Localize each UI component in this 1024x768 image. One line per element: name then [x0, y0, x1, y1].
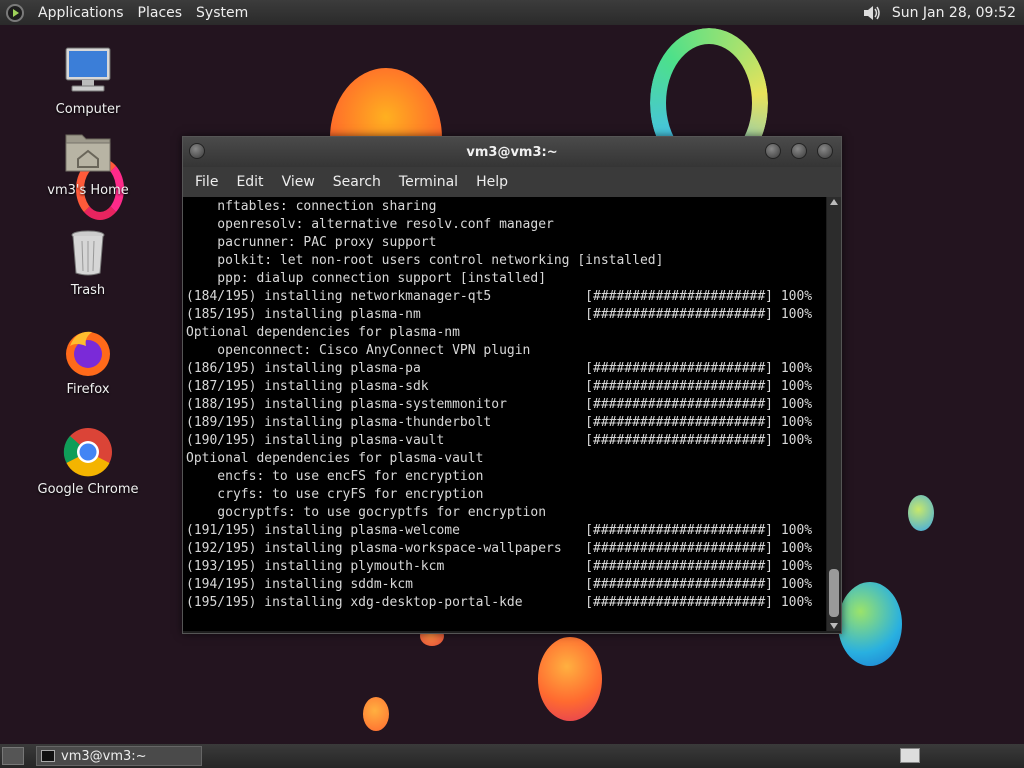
- terminal-line: openconnect: Cisco AnyConnect VPN plugin: [186, 343, 531, 358]
- desktop-icon-firefox[interactable]: Firefox: [33, 326, 143, 397]
- desktop-icon-label: Trash: [70, 283, 106, 298]
- terminal-line: (193/195) installing plymouth-kcm [#####…: [186, 559, 813, 574]
- taskbar-terminal-button[interactable]: vm3@vm3:~: [36, 746, 202, 766]
- terminal-line: (188/195) installing plasma-systemmonito…: [186, 397, 813, 412]
- terminal-line: (184/195) installing networkmanager-qt5 …: [186, 289, 813, 304]
- terminal-line: polkit: let non-root users control netwo…: [186, 253, 664, 268]
- wallpaper-blue-blob: [838, 582, 902, 666]
- terminal-line: (189/195) installing plasma-thunderbolt …: [186, 415, 813, 430]
- menu-file[interactable]: File: [185, 174, 226, 190]
- top-panel: Applications Places System Sun Jan 28, 0…: [0, 0, 1024, 25]
- minimize-button[interactable]: [765, 143, 781, 159]
- bottom-panel: vm3@vm3:~: [0, 744, 1024, 768]
- terminal-menubar: File Edit View Search Terminal Help: [183, 167, 841, 197]
- terminal-line: (192/195) installing plasma-workspace-wa…: [186, 541, 813, 556]
- home-folder-icon: [62, 127, 114, 179]
- window-titlebar[interactable]: vm3@vm3:~: [183, 137, 841, 167]
- terminal-line: nftables: connection sharing: [186, 199, 437, 214]
- terminal-line: (185/195) installing plasma-nm [########…: [186, 307, 813, 322]
- menu-system[interactable]: System: [196, 5, 248, 21]
- taskbar-label: vm3@vm3:~: [61, 748, 147, 764]
- menu-view[interactable]: View: [272, 174, 323, 190]
- terminal-line: pacrunner: PAC proxy support: [186, 235, 437, 250]
- desktop-icon-chrome[interactable]: Google Chrome: [33, 426, 143, 497]
- terminal-line: (191/195) installing plasma-welcome [###…: [186, 523, 813, 538]
- desktop-icon-home[interactable]: vm3's Home: [33, 127, 143, 198]
- volume-icon[interactable]: [862, 4, 882, 22]
- scroll-down-arrow-icon[interactable]: [830, 623, 838, 629]
- menu-terminal[interactable]: Terminal: [389, 174, 466, 190]
- firefox-icon: [62, 326, 114, 378]
- workspace-switcher[interactable]: [900, 748, 920, 763]
- terminal-scrollbar[interactable]: [827, 197, 841, 631]
- terminal-line: (187/195) installing plasma-sdk [#######…: [186, 379, 813, 394]
- menu-help[interactable]: Help: [466, 174, 516, 190]
- trash-icon: [62, 227, 114, 279]
- scroll-thumb[interactable]: [829, 569, 839, 617]
- desktop-icon-computer[interactable]: Computer: [33, 46, 143, 117]
- scroll-up-arrow-icon[interactable]: [830, 199, 838, 205]
- terminal-line: cryfs: to use cryFS for encryption: [186, 487, 484, 502]
- close-button[interactable]: [817, 143, 833, 159]
- clock[interactable]: Sun Jan 28, 09:52: [892, 5, 1016, 21]
- window-menu-button[interactable]: [189, 143, 205, 159]
- computer-icon: [62, 46, 114, 98]
- terminal-line: encfs: to use encFS for encryption: [186, 469, 484, 484]
- desktop-icon-label: vm3's Home: [47, 183, 129, 198]
- desktop-icon-label: Firefox: [66, 382, 110, 397]
- chrome-icon: [62, 426, 114, 478]
- terminal-line: openresolv: alternative resolv.conf mana…: [186, 217, 554, 232]
- top-panel-tray: Sun Jan 28, 09:52: [862, 0, 1016, 25]
- terminal-icon: [41, 750, 55, 762]
- menu-applications[interactable]: Applications: [38, 5, 124, 21]
- terminal-line: Optional dependencies for plasma-vault: [186, 451, 484, 466]
- terminal-line: (195/195) installing xdg-desktop-portal-…: [186, 595, 813, 610]
- maximize-button[interactable]: [791, 143, 807, 159]
- distro-logo-icon[interactable]: [6, 3, 24, 22]
- terminal-line: (194/195) installing sddm-kcm [#########…: [186, 577, 813, 592]
- window-title: vm3@vm3:~: [466, 144, 558, 160]
- menu-edit[interactable]: Edit: [226, 174, 271, 190]
- wallpaper-small-blob: [908, 495, 934, 531]
- terminal-window: vm3@vm3:~ File Edit View Search Terminal…: [182, 136, 842, 634]
- terminal-line: gocryptfs: to use gocryptfs for encrypti…: [186, 505, 547, 520]
- terminal-line: ppp: dialup connection support [installe…: [186, 271, 547, 286]
- desktop-icon-label: Computer: [55, 102, 121, 117]
- show-desktop-icon[interactable]: [2, 747, 24, 765]
- terminal-output[interactable]: nftables: connection sharing openresolv:…: [183, 197, 826, 631]
- menu-search[interactable]: Search: [323, 174, 389, 190]
- top-menu: Applications Places System: [0, 3, 248, 22]
- terminal-line: Optional dependencies for plasma-nm: [186, 325, 460, 340]
- wallpaper-orange-blob-low: [538, 637, 602, 721]
- terminal-line: (186/195) installing plasma-pa [########…: [186, 361, 813, 376]
- desktop-icon-trash[interactable]: Trash: [33, 227, 143, 298]
- menu-places[interactable]: Places: [138, 5, 183, 21]
- wallpaper-orange-dot: [363, 697, 389, 731]
- desktop-icon-label: Google Chrome: [37, 482, 139, 497]
- terminal-line: (190/195) installing plasma-vault [#####…: [186, 433, 813, 448]
